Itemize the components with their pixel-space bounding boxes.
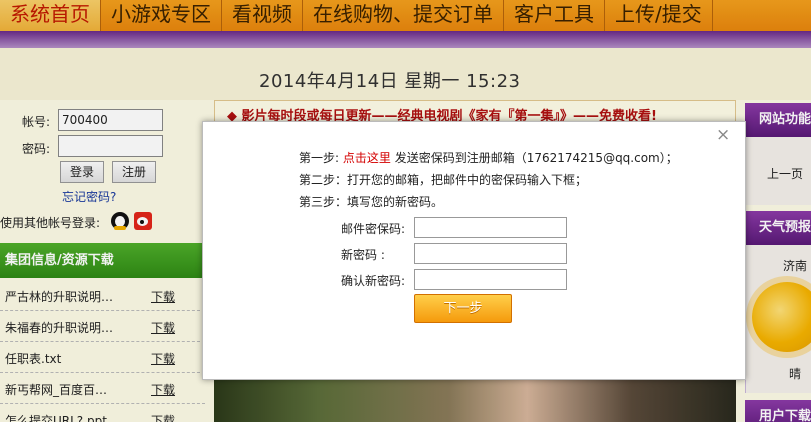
next-step-button[interactable]: 下一步 — [414, 294, 512, 323]
step-1-prefix: 第一步: — [299, 151, 340, 165]
new-password-input[interactable] — [414, 243, 567, 264]
confirm-password-input[interactable] — [414, 269, 567, 290]
step-2: 第二步：打开您的邮箱，把邮件中的密保码输入下框； — [299, 173, 588, 187]
step-1: 第一步: 点击这里 发送密保码到注册邮箱（1762174215@qq.com）； — [299, 149, 678, 166]
step-1-suffix: 发送密保码到注册邮箱（1762174215@qq.com）； — [394, 151, 678, 165]
email-code-input[interactable] — [414, 217, 567, 238]
send-code-link[interactable]: 点击这里 — [343, 151, 391, 165]
confirm-password-label: 确认新密码: — [341, 274, 406, 288]
email-code-label: 邮件密保码: — [341, 222, 406, 236]
step-3: 第三步：填写您的新密码。 — [299, 195, 444, 209]
reset-password-dialog: × 第一步: 点击这里 发送密保码到注册邮箱（1762174215@qq.com… — [202, 121, 746, 380]
new-password-label: 新密码 : — [341, 248, 385, 262]
close-icon[interactable]: × — [716, 125, 730, 145]
